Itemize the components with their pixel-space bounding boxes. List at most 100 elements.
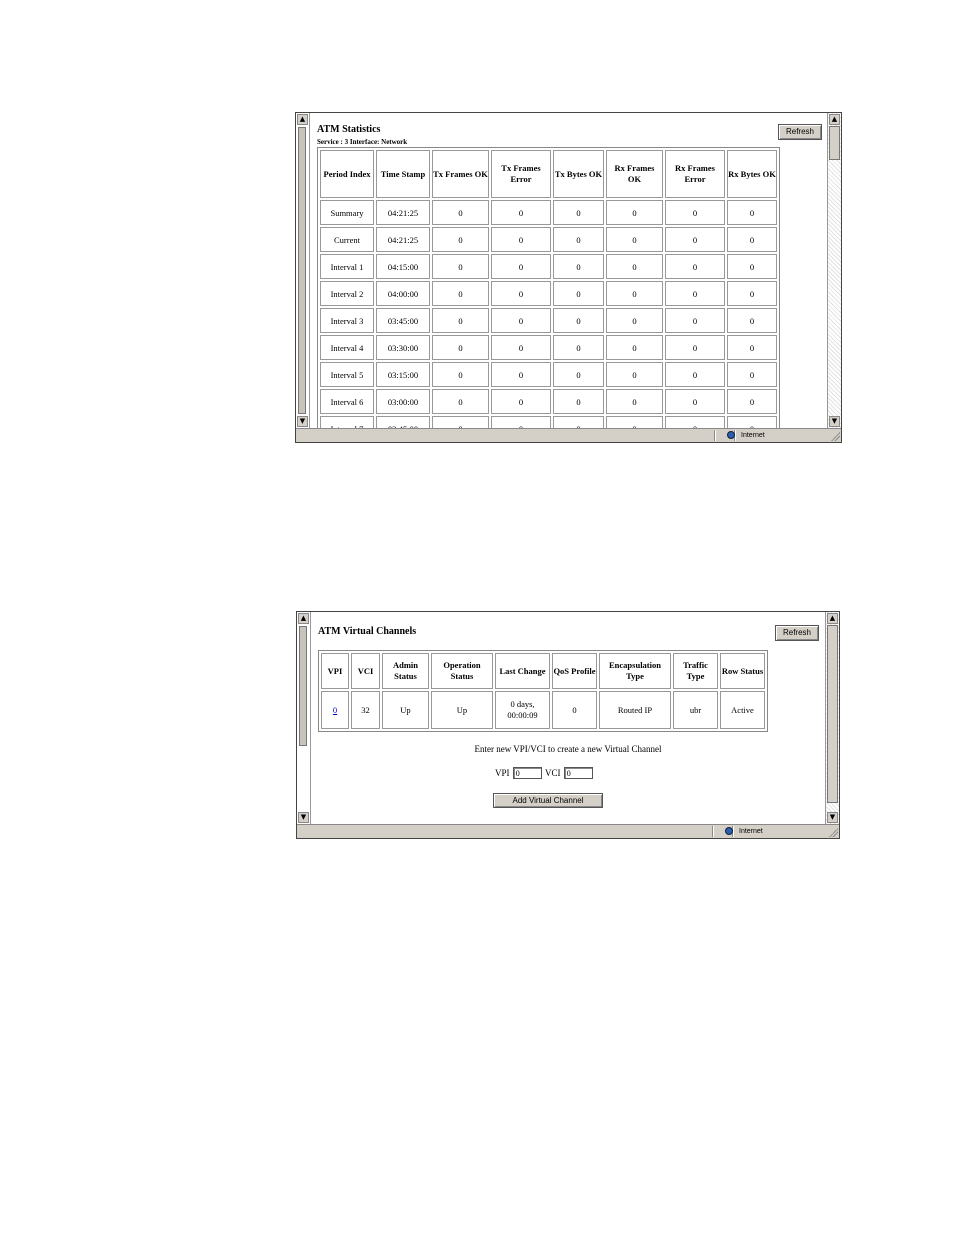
- table-cell: 04:21:25: [376, 227, 430, 252]
- atm-statistics-window: ▲ ▼ ATM Statistics Service : 3 Interface…: [295, 112, 842, 443]
- page-subtitle: Service : 3 Interface: Network: [317, 138, 408, 146]
- table-cell: 0: [727, 200, 777, 225]
- table-cell: 0: [553, 416, 604, 428]
- table-row: Current 04:21:25 0 0 0 0 0 0: [320, 227, 777, 252]
- column-header: Operation Status: [431, 653, 493, 689]
- table-cell: 0: [432, 281, 489, 306]
- vpi-link[interactable]: 0: [333, 705, 337, 715]
- column-header: Tx Bytes OK: [553, 150, 604, 198]
- table-cell: 0: [553, 335, 604, 360]
- table-cell: 0: [665, 200, 725, 225]
- status-divider: [714, 430, 716, 441]
- security-zone: Internet: [723, 430, 813, 441]
- table-cell: 0: [606, 200, 663, 225]
- resize-grip-icon[interactable]: [828, 827, 838, 837]
- table-cell: 0: [491, 335, 551, 360]
- table-row: Summary 04:21:25 0 0 0 0 0 0: [320, 200, 777, 225]
- column-header: Traffic Type: [673, 653, 718, 689]
- status-bar: Internet: [296, 428, 841, 442]
- left-scrollbar[interactable]: ▲ ▼: [296, 113, 310, 428]
- table-row: Interval 1 04:15:00 0 0 0 0 0 0: [320, 254, 777, 279]
- table-cell: Interval 2: [320, 281, 374, 306]
- scroll-up-arrow-icon[interactable]: ▲: [827, 613, 838, 624]
- refresh-button[interactable]: Refresh: [775, 625, 819, 641]
- right-scrollbar[interactable]: ▲ ▼: [827, 113, 841, 428]
- table-cell: 03:00:00: [376, 389, 430, 414]
- table-row: Interval 5 03:15:00 0 0 0 0 0 0: [320, 362, 777, 387]
- refresh-button[interactable]: Refresh: [778, 124, 822, 140]
- scrollbar-thumb[interactable]: [298, 127, 306, 414]
- column-header: QoS Profile: [552, 653, 597, 689]
- table-cell: 0: [727, 389, 777, 414]
- scroll-up-arrow-icon[interactable]: ▲: [297, 114, 308, 125]
- scrollbar-thumb[interactable]: [827, 625, 838, 803]
- table-cell: Summary: [320, 200, 374, 225]
- table-cell: 0: [727, 335, 777, 360]
- table-cell: Routed IP: [599, 691, 671, 729]
- table-cell: 04:00:00: [376, 281, 430, 306]
- scroll-down-arrow-icon[interactable]: ▼: [829, 416, 840, 427]
- column-header: Time Stamp: [376, 150, 430, 198]
- resize-grip-icon[interactable]: [830, 431, 840, 441]
- table-cell: 0: [665, 227, 725, 252]
- table-cell: 0: [491, 362, 551, 387]
- table-cell: 0: [606, 281, 663, 306]
- table-cell: Interval 1: [320, 254, 374, 279]
- page-content: ATM Statistics Service : 3 Interface: Ne…: [312, 113, 825, 428]
- column-header: VPI: [321, 653, 349, 689]
- table-cell: 0 days, 00:00:09: [495, 691, 550, 729]
- table-cell: 0: [432, 416, 489, 428]
- add-virtual-channel-button[interactable]: Add Virtual Channel: [493, 793, 603, 808]
- page-title: ATM Virtual Channels: [318, 626, 417, 637]
- table-cell: 0: [606, 416, 663, 428]
- scroll-down-arrow-icon[interactable]: ▼: [298, 812, 309, 823]
- atm-statistics-table: Period Index Time Stamp Tx Frames OK Tx …: [317, 147, 780, 428]
- table-cell: 0: [665, 416, 725, 428]
- table-cell: 0: [432, 308, 489, 333]
- table-cell: 04:21:25: [376, 200, 430, 225]
- zone-label: Internet: [741, 432, 765, 439]
- table-header-row: Period Index Time Stamp Tx Frames OK Tx …: [320, 150, 777, 198]
- table-cell: 0: [432, 389, 489, 414]
- table-cell: 0: [553, 254, 604, 279]
- status-divider: [712, 826, 714, 837]
- vpi-input[interactable]: 0: [512, 767, 542, 779]
- right-scrollbar[interactable]: ▲ ▼: [825, 612, 839, 824]
- table-cell: 0: [491, 227, 551, 252]
- table-cell: 03:15:00: [376, 362, 430, 387]
- table-cell: 0: [491, 200, 551, 225]
- table-cell: 04:15:00: [376, 254, 430, 279]
- vpi-label: VPI: [495, 768, 510, 778]
- column-header: Encapsulation Type: [599, 653, 671, 689]
- vci-label: VCI: [545, 768, 561, 778]
- scroll-up-arrow-icon[interactable]: ▲: [829, 114, 840, 125]
- table-cell: 0: [491, 389, 551, 414]
- scroll-up-arrow-icon[interactable]: ▲: [298, 613, 309, 624]
- table-cell: Interval 7: [320, 416, 374, 428]
- table-cell: 0: [553, 362, 604, 387]
- table-header-row: VPI VCI Admin Status Operation Status La…: [321, 653, 765, 689]
- column-header: Rx Frames OK: [606, 150, 663, 198]
- table-cell: 32: [351, 691, 380, 729]
- table-cell: 0: [606, 389, 663, 414]
- vci-input[interactable]: 0: [563, 767, 593, 779]
- scroll-down-arrow-icon[interactable]: ▼: [827, 812, 838, 823]
- table-cell: Interval 3: [320, 308, 374, 333]
- instructions-text: Enter new VPI/VCI to create a new Virtua…: [474, 744, 662, 754]
- table-cell: 0: [727, 308, 777, 333]
- table-cell: 0: [491, 254, 551, 279]
- table-cell: Active: [720, 691, 765, 729]
- scroll-down-arrow-icon[interactable]: ▼: [297, 416, 308, 427]
- table-row: Interval 3 03:45:00 0 0 0 0 0 0: [320, 308, 777, 333]
- table-cell: 0: [432, 362, 489, 387]
- scrollbar-thumb[interactable]: [299, 626, 307, 746]
- table-cell: 0: [491, 281, 551, 306]
- table-cell: 0: [606, 254, 663, 279]
- left-scrollbar[interactable]: ▲ ▼: [297, 612, 311, 824]
- column-header: VCI: [351, 653, 380, 689]
- table-cell: 0: [553, 308, 604, 333]
- table-cell: 03:45:00: [376, 308, 430, 333]
- table-cell: Interval 6: [320, 389, 374, 414]
- scrollbar-thumb[interactable]: [829, 126, 840, 160]
- table-cell: 0: [727, 281, 777, 306]
